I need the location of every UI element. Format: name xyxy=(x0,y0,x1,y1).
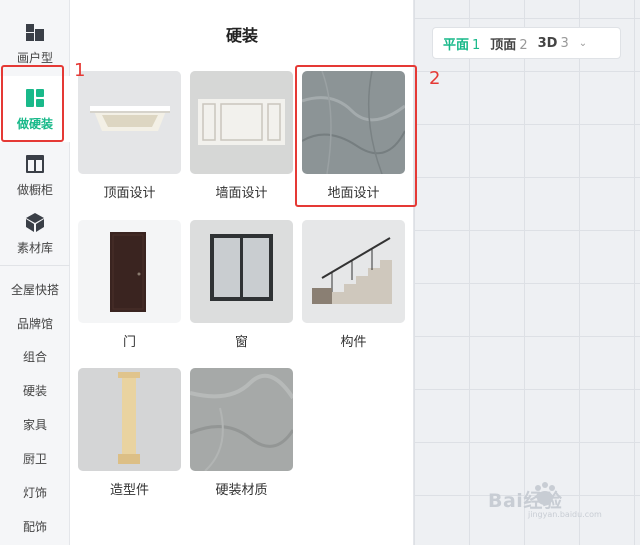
rail-link-furniture[interactable]: 家具 xyxy=(0,416,70,433)
card-label: 门 xyxy=(122,335,136,350)
rail-link-brand[interactable]: 品牌馆 xyxy=(0,315,70,332)
rail-item-materials[interactable]: 素材库 xyxy=(0,200,70,266)
card-label: 窗 xyxy=(234,335,248,350)
rail-item-label: 素材库 xyxy=(16,240,53,255)
app-root: 画户型 做硬装 做橱柜 素材库 全屋快搭 品牌馆 组合 硬装 家具 厨卫 灯饰 … xyxy=(0,0,640,545)
watermark-url: jingyan.baidu.com xyxy=(528,510,602,519)
annotation-box-2 xyxy=(295,65,417,207)
floorplan-icon xyxy=(26,23,44,41)
rail-link-lighting[interactable]: 灯饰 xyxy=(0,484,70,501)
card-label: 墙面设计 xyxy=(215,186,268,201)
rail-item-cabinet[interactable]: 做橱柜 xyxy=(0,142,70,208)
view-switcher: 平面 1 顶面 2 3D 3 ⌄ xyxy=(432,27,621,59)
staircase-icon xyxy=(302,220,405,323)
annotation-box-1 xyxy=(1,65,64,142)
view-tab-3d[interactable]: 3D 3 xyxy=(538,36,569,51)
card-label: 构件 xyxy=(340,335,367,350)
view-tab-plan[interactable]: 平面 1 xyxy=(443,34,480,53)
panel-title: 硬装 xyxy=(225,26,258,45)
card-label: 造型件 xyxy=(109,483,149,498)
door-thumbnail xyxy=(78,220,181,323)
card-wall-design[interactable]: 墙面设计 xyxy=(190,71,293,201)
card-door[interactable]: 门 xyxy=(78,220,181,350)
cabinet-icon xyxy=(26,154,44,173)
rail-link-kitchen-bath[interactable]: 厨卫 xyxy=(0,450,70,467)
watermark: Bai经验 jingyan.baidu.com xyxy=(488,476,618,520)
cube-icon xyxy=(26,212,44,232)
rail-link-whole-house[interactable]: 全屋快搭 xyxy=(0,281,70,298)
component-thumbnail xyxy=(302,220,405,323)
rail-link-decor[interactable]: 配饰 xyxy=(0,518,70,535)
ceiling-icon xyxy=(78,71,181,174)
watermark-text: Bai经验 xyxy=(488,490,563,512)
column-icon xyxy=(78,368,181,471)
window-thumbnail xyxy=(190,220,293,323)
ceiling-thumbnail xyxy=(78,71,181,174)
annotation-number-1: 1 xyxy=(74,60,86,81)
card-molding[interactable]: 造型件 xyxy=(78,368,181,498)
wall-panel-icon xyxy=(190,71,293,174)
annotation-number-2: 2 xyxy=(429,68,441,89)
card-ceiling-design[interactable]: 顶面设计 xyxy=(78,71,181,201)
card-component[interactable]: 构件 xyxy=(302,220,405,350)
door-icon xyxy=(110,232,146,312)
material-thumbnail xyxy=(190,368,293,471)
rail-link-combo[interactable]: 组合 xyxy=(0,348,70,365)
chevron-down-icon[interactable]: ⌄ xyxy=(579,38,587,49)
rail-link-hardware[interactable]: 硬装 xyxy=(0,382,70,399)
card-label: 硬装材质 xyxy=(215,483,268,498)
rail-item-label: 做橱柜 xyxy=(16,182,53,197)
card-window[interactable]: 窗 xyxy=(190,220,293,350)
rail-divider xyxy=(0,265,70,266)
card-label: 顶面设计 xyxy=(103,186,156,201)
molding-thumbnail xyxy=(78,368,181,471)
view-tab-ceiling[interactable]: 顶面 2 xyxy=(490,34,527,53)
stone-texture-icon xyxy=(190,368,293,471)
window-icon xyxy=(190,220,293,323)
rail-item-label: 画户型 xyxy=(16,50,53,65)
design-canvas[interactable] xyxy=(414,0,640,545)
card-hardware-material[interactable]: 硬装材质 xyxy=(190,368,293,498)
wall-thumbnail xyxy=(190,71,293,174)
